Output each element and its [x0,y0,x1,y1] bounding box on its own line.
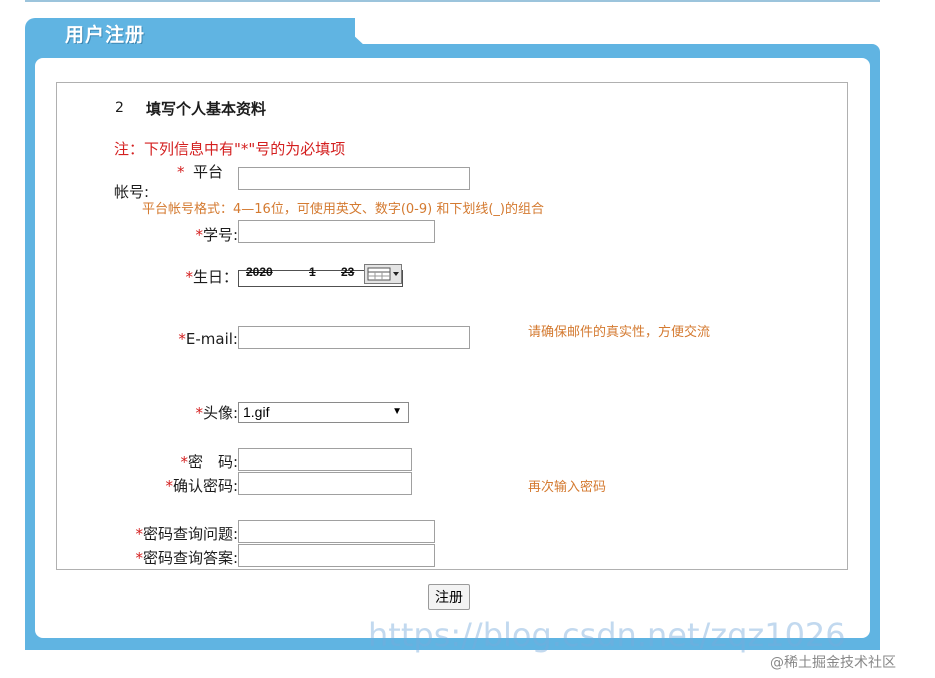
birthday-label-text: 生日： [192,268,238,286]
required-star: * [180,453,188,471]
birthday-day: 23 [341,265,355,279]
required-star: * [195,404,203,422]
required-star: * [195,226,203,244]
student-id-label: *学号: [140,224,238,245]
calendar-icon [367,267,399,281]
confirm-password-label-text: 确认密码: [172,477,238,495]
required-star: * [135,525,143,543]
confirm-password-label: *确认密码: [120,475,238,496]
chevron-down-icon: ▼ [392,406,402,417]
security-question-input[interactable] [238,520,435,543]
password-label: *密 码: [140,451,238,472]
security-question-label: *密码查询问题: [100,523,238,544]
password-input[interactable] [238,448,412,471]
panel-tab-slant [335,18,365,46]
top-divider [25,0,880,2]
platform-account-label: 平台 [193,163,224,181]
required-star: * [165,477,173,495]
platform-account-input[interactable] [238,167,470,190]
watermark-text: https://blog.csdn.net/zqz1026 [368,616,846,654]
section-title: 填写个人基本资料 [146,100,267,118]
password-label-text: 密 码: [187,453,238,471]
confirm-password-hint: 再次输入密码 [528,480,607,495]
security-answer-label: *密码查询答案: [100,547,238,568]
avatar-label: *头像: [140,402,238,423]
email-hint: 请确保邮件的真实性，方便交流 [528,325,711,340]
avatar-select[interactable]: 1.gif ▼ [238,402,409,423]
required-star: * [177,163,185,181]
panel-title: 用户注册 [65,24,146,46]
register-button[interactable]: 注册 [428,584,470,610]
security-answer-input[interactable] [238,544,435,567]
avatar-label-text: 头像: [202,404,238,422]
birthday-year: 2020 [246,265,273,279]
required-star: * [185,268,193,286]
email-input[interactable] [238,326,470,349]
email-label-text: E-mail: [185,330,238,348]
required-star: * [135,549,143,567]
avatar-selected-value: 1.gif [243,404,270,420]
birthday-month: 1 [309,265,316,279]
required-note: 注：下列信息中有"*"号的为必填项 [114,140,346,158]
security-question-label-text: 密码查询问题: [142,525,238,543]
email-label: *E-mail: [140,330,238,348]
credit-text: @稀土掘金技术社区 [770,655,896,671]
confirm-password-input[interactable] [238,472,412,495]
security-answer-label-text: 密码查询答案: [142,549,238,567]
panel-tab: 用户注册 [25,18,355,46]
student-id-input[interactable] [238,220,435,243]
section-number: 2 [115,100,124,116]
platform-account-hint: 平台帐号格式：4—16位，可使用英文、数字(0-9) 和下划线(_)的组合 [142,202,544,217]
student-id-label-text: 学号: [202,226,238,244]
birthday-label: *生日： [140,266,238,287]
required-star: * [178,330,186,348]
calendar-dropdown-button[interactable] [364,264,402,284]
